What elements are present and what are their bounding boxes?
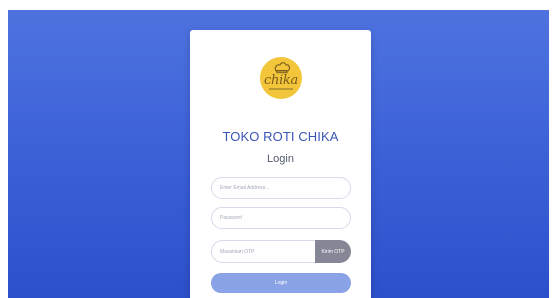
store-name-heading: TOKO ROTI CHIKA — [222, 129, 339, 144]
logo-wordmark: chika — [264, 73, 298, 88]
logo-tagline-mark — [269, 88, 293, 90]
email-field[interactable] — [211, 177, 351, 199]
login-title: Login — [267, 153, 294, 165]
password-field[interactable] — [211, 207, 351, 229]
brand-logo: chika — [260, 57, 302, 99]
login-card: chika TOKO ROTI CHIKA Login Kirim OTP Lo… — [190, 30, 371, 298]
send-otp-button[interactable]: Kirim OTP — [315, 240, 351, 263]
otp-field[interactable] — [211, 240, 315, 263]
page-background: chika TOKO ROTI CHIKA Login Kirim OTP Lo… — [8, 10, 549, 298]
otp-input-group: Kirim OTP — [211, 240, 351, 263]
login-button[interactable]: Login — [211, 273, 351, 293]
